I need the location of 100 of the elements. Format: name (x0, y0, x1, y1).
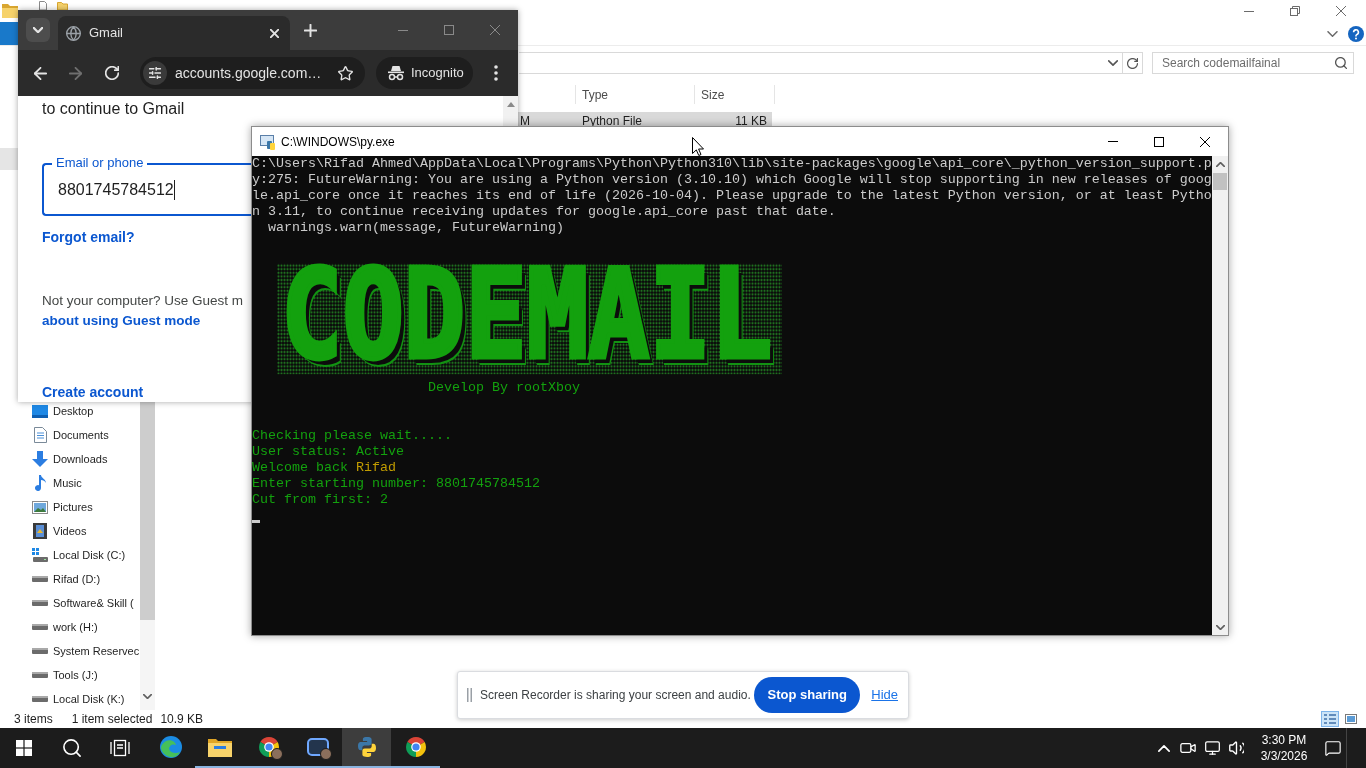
chevron-down-icon[interactable] (1108, 60, 1118, 66)
create-account-link[interactable]: Create account (42, 382, 144, 402)
drive-icon (32, 648, 48, 654)
globe-icon (66, 25, 81, 41)
plus-icon (303, 23, 317, 37)
nav-item[interactable]: Rifad (D:) (0, 567, 140, 591)
nav-item[interactable]: System Reservec (0, 639, 140, 663)
stop-sharing-button[interactable]: Stop sharing (754, 677, 861, 713)
close-icon (269, 28, 279, 38)
taskbar-app-button[interactable] (342, 728, 391, 768)
speaker-icon (1228, 741, 1244, 755)
nav-item[interactable]: Documents (0, 423, 140, 447)
console-app-icon (260, 133, 276, 150)
help-icon[interactable] (1348, 25, 1364, 42)
status-text: 1 item selected (71, 711, 153, 728)
view-button[interactable] (1342, 711, 1360, 727)
nav-item[interactable]: Software& Skill ( (0, 591, 140, 615)
drive-icon (32, 600, 48, 606)
menu-icon (494, 65, 498, 81)
text-cursor-icon (252, 520, 260, 523)
drive-icon (32, 624, 48, 630)
chevron-up-icon (1158, 744, 1170, 752)
console-line: Cut from first: 2 (252, 492, 388, 508)
maximize-icon (1154, 136, 1164, 147)
tab-search-button[interactable] (26, 18, 50, 42)
sliders-icon (149, 67, 161, 79)
edge-logo-icon (159, 736, 182, 758)
console-line: C:\Users\Rifad Ahmed\AppData\Local\Programs\Python\Python310\lib\site-packages\google\api_core\_python_version_support.p (252, 156, 1212, 172)
large-icons-view-icon (1345, 714, 1357, 724)
notification-icon (1325, 740, 1341, 756)
drive-icon (32, 548, 48, 562)
table-cell-text: M (520, 113, 530, 130)
column-header[interactable]: Type (582, 85, 608, 104)
console-line: le.api_core once it reaches its end of life (2026-10-04). Please upgrade to the latest Python version, or at least Pytho (252, 188, 1212, 204)
text-cursor-icon (173, 179, 175, 200)
clock-time[interactable]: 3:30 PM (1261, 732, 1307, 748)
reload-icon (105, 66, 119, 80)
nav-item[interactable]: Local Disk (K:) (0, 687, 140, 710)
python-logo-icon (356, 737, 377, 757)
nav-item[interactable]: Desktop (0, 399, 140, 423)
chevron-down-icon (33, 27, 43, 33)
table-cell-text: 11 KB (735, 113, 767, 130)
scrollbar-thumb[interactable] (1213, 173, 1227, 190)
drag-handle-icon (467, 688, 472, 702)
nav-item[interactable]: Tools (J:) (0, 663, 140, 687)
search-icon (63, 739, 81, 757)
nav-item[interactable]: Videos (0, 519, 140, 543)
close-icon (1200, 136, 1210, 147)
scroll-up-arrow-icon[interactable] (506, 102, 515, 107)
clock-date[interactable]: 3/3/2026 (1260, 748, 1308, 764)
console-line: Enter starting number: 8801745784512 (252, 476, 540, 492)
search-field[interactable]: Search codemailfainal (1152, 52, 1354, 74)
nav-item[interactable]: Local Disk (C:) (0, 543, 140, 567)
hide-link[interactable]: Hide (871, 685, 898, 705)
minimize-icon (1244, 10, 1254, 12)
details-view-icon (1324, 714, 1336, 724)
chrome-logo-icon (405, 737, 426, 757)
refresh-button[interactable] (1123, 52, 1143, 74)
maximize-icon (444, 25, 454, 35)
expand-ribbon-icon[interactable] (1327, 30, 1338, 37)
console-line: Checking please wait..... (252, 428, 452, 444)
site-info-button[interactable] (143, 61, 167, 85)
forward-arrow-icon (68, 66, 82, 80)
console-line: y:275: FutureWarning: You are using a Python version (3.10.10) which Google will stop supporting in new releases of goog (252, 172, 1212, 188)
close-icon (1336, 6, 1346, 16)
search-icon (1335, 57, 1347, 69)
table-cell-text: Python File (582, 113, 643, 130)
forgot-email-link[interactable]: Forgot email? (42, 227, 135, 247)
nav-item[interactable]: Pictures (0, 495, 140, 519)
video-camera-icon (1180, 743, 1196, 753)
minimize-icon (1108, 141, 1118, 142)
column-header[interactable]: Size (701, 85, 725, 104)
selection-highlight (0, 148, 18, 170)
address-field[interactable] (519, 52, 1123, 74)
nav-item[interactable]: Music (0, 471, 140, 495)
star-icon (337, 65, 353, 81)
view-button[interactable] (1321, 711, 1339, 727)
console-line: n 3.11, to continue receiving updates for google.api_core past that date. (252, 204, 836, 220)
status-text: 10.9 KB (160, 711, 204, 728)
drive-icon (32, 576, 48, 582)
incognito-icon (387, 65, 405, 81)
address-bar[interactable]: accounts.google.com… (140, 57, 365, 89)
restore-icon (1290, 6, 1300, 16)
nav-item[interactable]: work (H:) (0, 615, 140, 639)
incognito-chip[interactable]: Incognito (376, 57, 473, 89)
browser-tab[interactable]: Gmail (58, 16, 290, 50)
document-icon (33, 427, 47, 443)
share-message: Screen Recorder is sharing your screen and audio. (480, 687, 751, 704)
folder-icon (207, 737, 232, 757)
folder-icon (2, 3, 18, 18)
nav-item[interactable]: Downloads (0, 447, 140, 471)
guest-note: Not your computer? Use Guest m (42, 292, 244, 310)
music-note-icon (34, 475, 46, 491)
field-label: Email or phone (52, 155, 148, 171)
guest-mode-link[interactable]: about using Guest mode (42, 311, 201, 331)
console-line: Welcome back Rifad (252, 460, 396, 476)
console-line: User status: Active (252, 444, 404, 460)
close-icon (490, 25, 500, 35)
scrollbar-thumb[interactable] (140, 402, 155, 620)
film-icon (33, 523, 47, 539)
